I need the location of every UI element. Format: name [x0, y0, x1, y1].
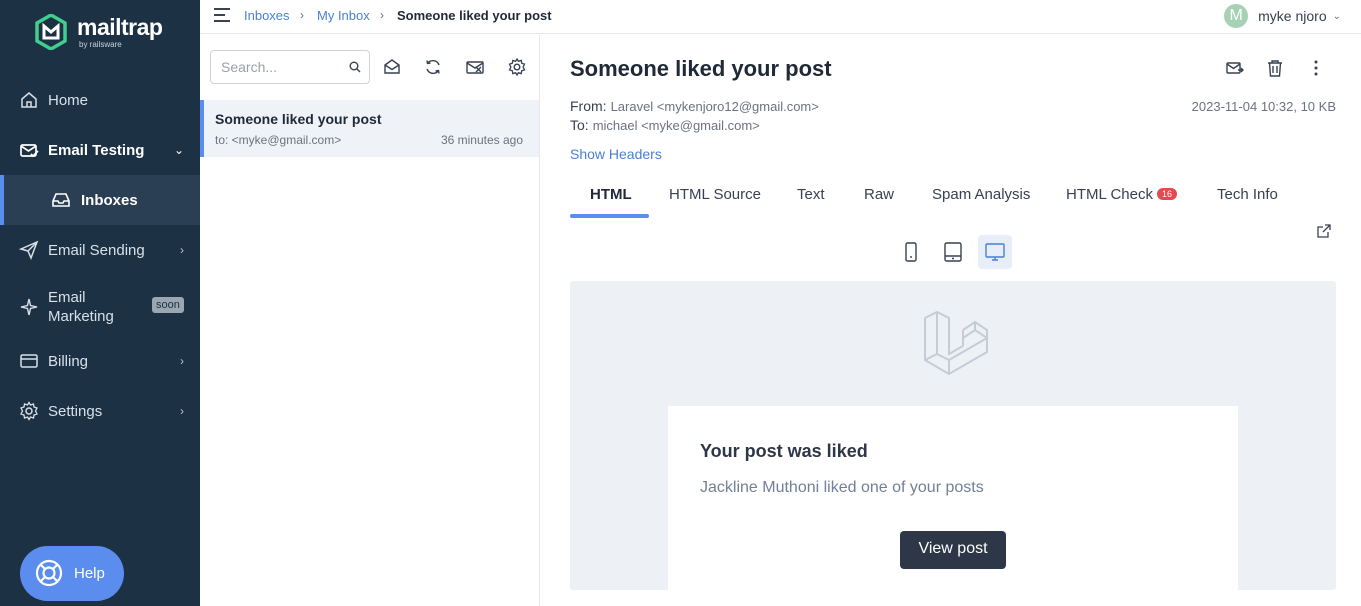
gear-icon	[20, 401, 38, 421]
sidebar-item-label: Settings	[48, 402, 103, 420]
chevron-right-icon: ›	[180, 404, 184, 418]
email-card: Your post was liked Jackline Muthoni lik…	[668, 406, 1238, 590]
sidebar-item-label: Email Marketing	[48, 289, 114, 325]
user-name: myke njoro	[1258, 8, 1327, 24]
credit-card-icon	[20, 354, 38, 368]
chevron-right-icon: ›	[180, 354, 184, 368]
mailtrap-logo-icon	[35, 14, 67, 50]
sidebar-item-email-testing[interactable]: Email Testing ⌄	[0, 140, 200, 160]
view-post-button[interactable]: View post	[900, 531, 1006, 569]
search-icon[interactable]	[349, 61, 361, 73]
inbox-settings-icon[interactable]	[507, 57, 527, 77]
help-label: Help	[74, 565, 105, 582]
tab-html-check-label: HTML Check	[1066, 186, 1153, 203]
refresh-icon[interactable]	[423, 57, 443, 77]
sidebar-item-label: Email Sending	[48, 241, 145, 259]
chevron-right-icon: ›	[180, 243, 184, 257]
sidebar-item-inboxes[interactable]: Inboxes	[0, 175, 200, 225]
email-heading: Your post was liked	[700, 441, 868, 461]
lifebuoy-icon	[35, 559, 63, 587]
tablet-view-button[interactable]	[936, 235, 970, 269]
email-testing-icon	[20, 144, 39, 158]
sidebar-item-label: Home	[48, 91, 89, 109]
active-tab-indicator	[570, 214, 649, 218]
clear-inbox-icon[interactable]	[465, 57, 485, 77]
message-view: Someone liked your post From: Laravel <my…	[540, 35, 1361, 606]
sidebar-item-email-marketing[interactable]: Email Marketing soon	[0, 287, 200, 327]
help-button[interactable]: Help	[20, 546, 124, 601]
sparkle-icon	[20, 298, 38, 316]
breadcrumb-current: Someone liked your post	[397, 8, 552, 23]
from-address: Laravel <mykenjoro12@gmail.com>	[610, 99, 819, 114]
sidebar: mailtrap by railsware Home Email Testing…	[0, 0, 200, 606]
mobile-view-button[interactable]	[894, 235, 928, 269]
to-label: To:	[570, 117, 589, 133]
show-headers-link[interactable]: Show Headers	[570, 146, 662, 162]
to-address: michael <myke@gmail.com>	[592, 118, 760, 133]
message-list-item[interactable]: Someone liked your post to: <myke@gmail.…	[200, 100, 539, 157]
open-external-icon[interactable]	[1317, 224, 1331, 238]
html-check-count-badge: 16	[1156, 188, 1177, 200]
trash-icon[interactable]	[1266, 59, 1284, 77]
tab-html[interactable]: HTML	[590, 186, 632, 203]
sidebar-item-home[interactable]: Home	[0, 90, 200, 110]
sidebar-item-label: Inboxes	[81, 191, 138, 209]
active-indicator	[0, 175, 4, 225]
tab-html-check[interactable]: HTML Check 16	[1066, 186, 1177, 203]
forward-email-icon[interactable]	[1226, 59, 1244, 77]
tablet-icon	[944, 242, 962, 262]
selected-indicator	[200, 100, 204, 157]
home-icon	[21, 92, 37, 108]
from-label: From:	[570, 98, 607, 114]
tab-raw[interactable]: Raw	[864, 186, 894, 203]
chevron-down-icon: ⌄	[173, 143, 184, 157]
email-text: Jackline Muthoni liked one of your posts	[700, 479, 984, 496]
breadcrumb-separator-icon: ›	[380, 8, 384, 22]
logo-name: mailtrap	[77, 13, 163, 40]
logo-sub: by railsware	[79, 39, 122, 49]
breadcrumb-my-inbox[interactable]: My Inbox	[317, 8, 370, 23]
sidebar-item-settings[interactable]: Settings ›	[0, 401, 200, 421]
tab-tech-info[interactable]: Tech Info	[1217, 186, 1278, 203]
send-icon	[19, 240, 39, 260]
breadcrumb-inboxes[interactable]: Inboxes	[244, 8, 290, 23]
date-size: 2023-11-04 10:32, 10 KB	[1191, 99, 1336, 114]
avatar: M	[1224, 4, 1249, 28]
desktop-view-button[interactable]	[978, 235, 1012, 269]
message-title: Someone liked your post	[570, 56, 832, 81]
search-input[interactable]	[221, 59, 341, 75]
message-subject: Someone liked your post	[215, 111, 382, 127]
user-menu[interactable]: M myke njoro ⌄	[1224, 4, 1341, 28]
tab-html-source[interactable]: HTML Source	[669, 186, 761, 203]
to-row: To: michael <myke@gmail.com>	[570, 117, 760, 133]
laravel-logo-icon	[924, 310, 988, 376]
search-box	[210, 50, 370, 84]
breadcrumb-separator-icon: ›	[300, 8, 304, 22]
message-time: 36 minutes ago	[440, 133, 523, 147]
mobile-icon	[905, 242, 917, 262]
desktop-icon	[985, 243, 1005, 261]
sidebar-item-email-sending[interactable]: Email Sending ›	[0, 240, 200, 260]
mark-all-read-icon[interactable]	[382, 57, 402, 77]
more-options-icon[interactable]	[1307, 59, 1325, 77]
email-preview: Your post was liked Jackline Muthoni lik…	[570, 281, 1336, 590]
sidebar-item-billing[interactable]: Billing ›	[0, 351, 200, 371]
mailtrap-logo[interactable]: mailtrap by railsware	[35, 13, 163, 50]
tab-text[interactable]: Text	[797, 186, 825, 203]
inbox-icon	[52, 193, 70, 207]
from-row: From: Laravel <mykenjoro12@gmail.com>	[570, 98, 819, 114]
menu-toggle-icon[interactable]	[214, 8, 230, 22]
message-recipient: to: <myke@gmail.com>	[215, 133, 342, 147]
sidebar-item-label: Email Testing	[48, 141, 145, 159]
soon-badge: soon	[152, 297, 184, 313]
sidebar-item-label: Billing	[48, 352, 89, 370]
message-list-panel: Someone liked your post to: <myke@gmail.…	[200, 35, 540, 606]
tab-spam-analysis[interactable]: Spam Analysis	[932, 186, 1030, 203]
top-bar: Inboxes › My Inbox › Someone liked your …	[200, 0, 1361, 34]
chevron-down-icon: ⌄	[1332, 10, 1341, 22]
